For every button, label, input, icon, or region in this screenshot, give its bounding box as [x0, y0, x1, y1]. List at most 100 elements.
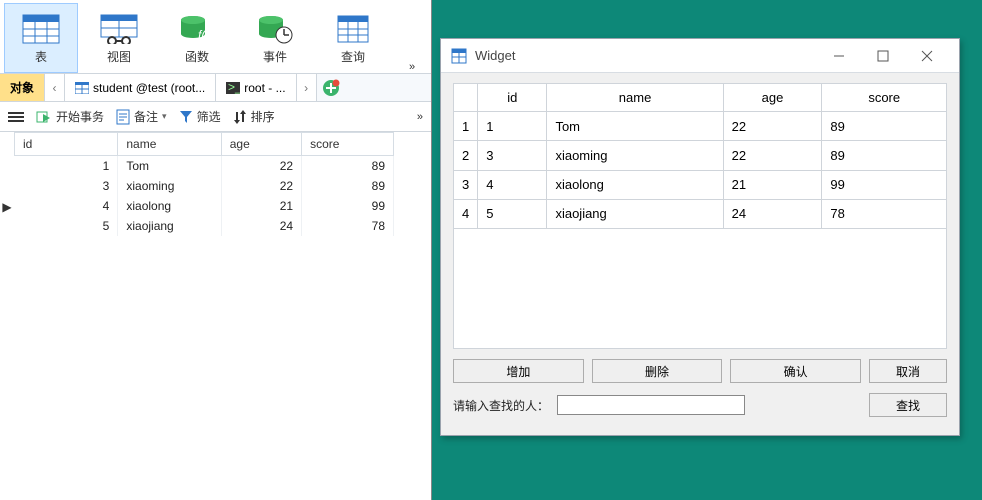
- qt-col-header-score[interactable]: score: [822, 84, 947, 112]
- cell-name[interactable]: xiaolong: [547, 170, 723, 199]
- view-icon: [100, 12, 138, 46]
- tab-objects[interactable]: 对象: [0, 74, 45, 101]
- qt-col-header-name[interactable]: name: [547, 84, 723, 112]
- table-row[interactable]: 11Tom2289: [454, 112, 947, 141]
- cell-id[interactable]: 4: [15, 196, 118, 216]
- cell-age[interactable]: 24: [723, 199, 822, 228]
- cell-name[interactable]: xiaojiang: [547, 199, 723, 228]
- row-header[interactable]: 2: [454, 141, 478, 170]
- cell-score[interactable]: 89: [302, 156, 394, 177]
- minimize-button[interactable]: [817, 41, 861, 71]
- table-row[interactable]: 34xiaolong2199: [454, 170, 947, 199]
- cell-name[interactable]: xiaojiang: [118, 216, 221, 236]
- grid-header-row: id name age score: [15, 133, 394, 156]
- col-header-age[interactable]: age: [221, 133, 301, 156]
- cell-age[interactable]: 22: [723, 112, 822, 141]
- cell-score[interactable]: 78: [302, 216, 394, 236]
- cell-score[interactable]: 99: [302, 196, 394, 216]
- cell-score[interactable]: 89: [822, 141, 947, 170]
- toolbar-overflow[interactable]: »: [417, 111, 423, 123]
- cell-score[interactable]: 89: [822, 112, 947, 141]
- tab-nav-next[interactable]: ›: [297, 74, 317, 101]
- col-header-id[interactable]: id: [15, 133, 118, 156]
- search-input[interactable]: [557, 395, 745, 415]
- cell-age[interactable]: 22: [221, 176, 301, 196]
- toolbar-label: 开始事务: [56, 108, 104, 125]
- blank-area: [454, 229, 947, 349]
- corner-header: [454, 84, 478, 112]
- table-row[interactable]: 45xiaojiang2478: [454, 199, 947, 228]
- search-label: 请输入查找的人：: [453, 397, 549, 414]
- row-header[interactable]: 3: [454, 170, 478, 199]
- cell-age[interactable]: 22: [723, 141, 822, 170]
- cell-id[interactable]: 1: [478, 112, 547, 141]
- search-button[interactable]: 查找: [869, 393, 947, 417]
- sort-button[interactable]: 排序: [233, 108, 275, 125]
- svg-text:>_: >_: [228, 82, 240, 94]
- cell-id[interactable]: 1: [15, 156, 118, 177]
- grid-toolbar: 开始事务 备注 ▾ 筛选 排序 »: [0, 102, 431, 132]
- col-header-name[interactable]: name: [118, 133, 221, 156]
- cell-age[interactable]: 22: [221, 156, 301, 177]
- close-button[interactable]: [905, 41, 949, 71]
- remark-button[interactable]: 备注 ▾: [116, 108, 167, 125]
- ok-button[interactable]: 确认: [730, 359, 861, 383]
- ribbon-item-table[interactable]: 表: [4, 3, 78, 73]
- ribbon-label: 函数: [185, 48, 209, 65]
- window-titlebar[interactable]: Widget: [441, 39, 959, 73]
- cell-name[interactable]: Tom: [118, 156, 221, 177]
- tab-root[interactable]: >_ root - ...: [216, 74, 296, 101]
- cell-id[interactable]: 5: [15, 216, 118, 236]
- qt-widget-window: Widget id name age score 11Tom228923xiao…: [440, 38, 960, 436]
- cell-name[interactable]: Tom: [547, 112, 723, 141]
- cell-name[interactable]: xiaoming: [547, 141, 723, 170]
- menu-button[interactable]: [8, 111, 24, 123]
- col-header-score[interactable]: score: [302, 133, 394, 156]
- table-row[interactable]: 1Tom2289: [15, 156, 394, 177]
- table-row[interactable]: 23xiaoming2289: [454, 141, 947, 170]
- cell-id[interactable]: 3: [478, 141, 547, 170]
- ribbon-label: 表: [35, 48, 47, 65]
- cell-name[interactable]: xiaoming: [118, 176, 221, 196]
- cell-age[interactable]: 24: [221, 216, 301, 236]
- ribbon-toolbar: 表 视图 f(x) 函数 事件 查询 »: [0, 0, 431, 74]
- begin-transaction-button[interactable]: 开始事务: [36, 108, 104, 125]
- funnel-icon: [179, 110, 193, 124]
- cell-score[interactable]: 99: [822, 170, 947, 199]
- row-header[interactable]: 1: [454, 112, 478, 141]
- tab-add-button[interactable]: [317, 74, 345, 101]
- ribbon-item-query[interactable]: 查询: [316, 3, 390, 73]
- add-button[interactable]: 增加: [453, 359, 584, 383]
- note-icon: [116, 109, 130, 125]
- cell-id[interactable]: 4: [478, 170, 547, 199]
- tab-nav-prev[interactable]: ‹: [45, 74, 65, 101]
- tab-bar: 对象 ‹ student @test (root... >_ root - ..…: [0, 74, 431, 102]
- ribbon-item-view[interactable]: 视图: [82, 3, 156, 73]
- qt-data-table[interactable]: id name age score 11Tom228923xiaoming228…: [453, 83, 947, 349]
- terminal-mini-icon: >_: [226, 82, 240, 94]
- cancel-button[interactable]: 取消: [869, 359, 947, 383]
- cell-score[interactable]: 78: [822, 199, 947, 228]
- ribbon-overflow[interactable]: »: [409, 55, 427, 73]
- tab-student[interactable]: student @test (root...: [65, 74, 216, 101]
- cell-id[interactable]: 3: [15, 176, 118, 196]
- qt-col-header-age[interactable]: age: [723, 84, 822, 112]
- row-header[interactable]: 4: [454, 199, 478, 228]
- ribbon-item-event[interactable]: 事件: [238, 3, 312, 73]
- tab-label: student @test (root...: [93, 81, 205, 95]
- qt-col-header-id[interactable]: id: [478, 84, 547, 112]
- ribbon-item-function[interactable]: f(x) 函数: [160, 3, 234, 73]
- table-row[interactable]: 4xiaolong2199: [15, 196, 394, 216]
- cell-age[interactable]: 21: [723, 170, 822, 199]
- table-row[interactable]: 3xiaoming2289: [15, 176, 394, 196]
- cell-score[interactable]: 89: [302, 176, 394, 196]
- cell-name[interactable]: xiaolong: [118, 196, 221, 216]
- filter-button[interactable]: 筛选: [179, 108, 221, 125]
- cell-id[interactable]: 5: [478, 199, 547, 228]
- qt-button-row: 增加 删除 确认 取消: [453, 359, 947, 383]
- maximize-button[interactable]: [861, 41, 905, 71]
- table-row[interactable]: 5xiaojiang2478: [15, 216, 394, 236]
- cell-age[interactable]: 21: [221, 196, 301, 216]
- current-row-marker: ▶: [0, 200, 14, 214]
- delete-button[interactable]: 删除: [592, 359, 723, 383]
